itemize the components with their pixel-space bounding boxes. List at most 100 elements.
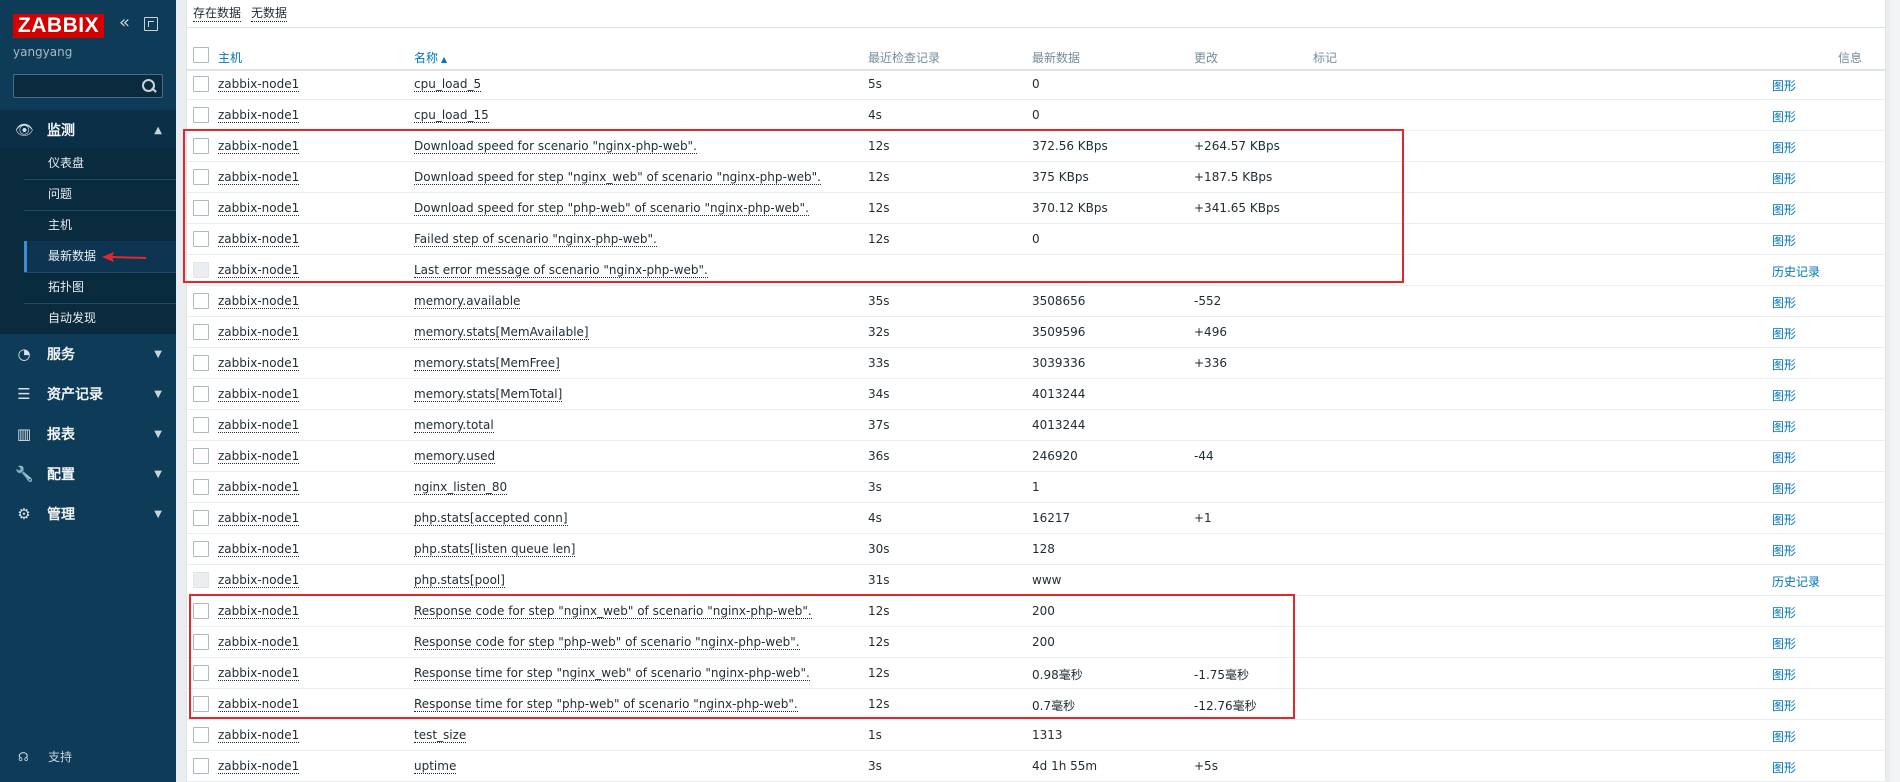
scrollbar[interactable] <box>1890 0 1900 782</box>
host-link[interactable]: zabbix-node1 <box>218 387 300 402</box>
host-link[interactable]: zabbix-node1 <box>218 263 300 278</box>
row-checkbox[interactable] <box>193 107 209 123</box>
kiosk-mode-icon[interactable] <box>144 17 158 31</box>
graph-link[interactable]: 图形 <box>1772 666 1796 683</box>
row-checkbox[interactable] <box>193 262 209 278</box>
graph-link[interactable]: 图形 <box>1772 170 1796 187</box>
sub-item-discovery[interactable]: 自动发现 <box>24 303 176 334</box>
row-checkbox[interactable] <box>193 324 209 340</box>
host-link[interactable]: zabbix-node1 <box>218 604 300 619</box>
history-link[interactable]: 历史记录 <box>1772 573 1820 590</box>
graph-link[interactable]: 图形 <box>1772 635 1796 652</box>
graph-link[interactable]: 图形 <box>1772 139 1796 156</box>
graph-link[interactable]: 图形 <box>1772 108 1796 125</box>
sub-item-latest-data[interactable]: 最新数据 <box>24 241 176 272</box>
sub-item-hosts[interactable]: 主机 <box>24 210 176 241</box>
host-link[interactable]: zabbix-node1 <box>218 325 300 340</box>
item-name-link[interactable]: php.stats[accepted conn] <box>414 511 568 526</box>
host-link[interactable]: zabbix-node1 <box>218 201 300 216</box>
row-checkbox[interactable] <box>193 386 209 402</box>
host-link[interactable]: zabbix-node1 <box>218 77 300 92</box>
row-checkbox[interactable] <box>193 355 209 371</box>
row-checkbox[interactable] <box>193 696 209 712</box>
graph-link[interactable]: 图形 <box>1772 232 1796 249</box>
item-name-link[interactable]: Failed step of scenario "nginx-php-web". <box>414 232 657 247</box>
host-link[interactable]: zabbix-node1 <box>218 170 300 185</box>
search-icon[interactable] <box>142 79 156 93</box>
item-name-link[interactable]: memory.available <box>414 294 521 309</box>
sub-item-maps[interactable]: 拓扑图 <box>24 272 176 303</box>
graph-link[interactable]: 图形 <box>1772 201 1796 218</box>
row-checkbox[interactable] <box>193 634 209 650</box>
with-data-filter[interactable]: 存在数据 <box>193 4 242 22</box>
sub-item-dashboard[interactable]: 仪表盘 <box>24 148 176 179</box>
item-name-link[interactable]: Response time for step "php-web" of scen… <box>414 697 798 712</box>
row-checkbox[interactable] <box>193 169 209 185</box>
host-link[interactable]: zabbix-node1 <box>218 635 300 650</box>
item-name-link[interactable]: Download speed for scenario "nginx-php-w… <box>414 139 697 154</box>
item-name-link[interactable]: memory.stats[MemAvailable] <box>414 325 589 340</box>
collapse-sidebar-icon[interactable]: « <box>119 14 137 33</box>
menu-inventory[interactable]: ☰ 资产记录 ▼ <box>0 374 176 414</box>
host-link[interactable]: zabbix-node1 <box>218 573 300 588</box>
select-all-checkbox[interactable] <box>193 47 209 63</box>
history-link[interactable]: 历史记录 <box>1772 263 1820 280</box>
item-name-link[interactable]: Last error message of scenario "nginx-ph… <box>414 263 708 278</box>
sidebar-search-input[interactable] <box>13 74 163 98</box>
host-link[interactable]: zabbix-node1 <box>218 232 300 247</box>
graph-link[interactable]: 图形 <box>1772 449 1796 466</box>
host-link[interactable]: zabbix-node1 <box>218 294 300 309</box>
item-name-link[interactable]: Response time for step "nginx_web" of sc… <box>414 666 810 681</box>
graph-link[interactable]: 图形 <box>1772 294 1796 311</box>
item-name-link[interactable]: memory.stats[MemFree] <box>414 356 560 371</box>
item-name-link[interactable]: Response code for step "nginx_web" of sc… <box>414 604 812 619</box>
graph-link[interactable]: 图形 <box>1772 604 1796 621</box>
host-link[interactable]: zabbix-node1 <box>218 511 300 526</box>
graph-link[interactable]: 图形 <box>1772 480 1796 497</box>
graph-link[interactable]: 图形 <box>1772 759 1796 776</box>
row-checkbox[interactable] <box>193 293 209 309</box>
item-name-link[interactable]: memory.total <box>414 418 494 433</box>
host-link[interactable]: zabbix-node1 <box>218 666 300 681</box>
graph-link[interactable]: 图形 <box>1772 697 1796 714</box>
row-checkbox[interactable] <box>193 138 209 154</box>
graph-link[interactable]: 图形 <box>1772 728 1796 745</box>
host-link[interactable]: zabbix-node1 <box>218 542 300 557</box>
item-name-link[interactable]: Download speed for step "nginx_web" of s… <box>414 170 821 185</box>
host-link[interactable]: zabbix-node1 <box>218 697 300 712</box>
graph-link[interactable]: 图形 <box>1772 542 1796 559</box>
row-checkbox[interactable] <box>193 758 209 774</box>
row-checkbox[interactable] <box>193 76 209 92</box>
sub-item-problems[interactable]: 问题 <box>24 179 176 210</box>
row-checkbox[interactable] <box>193 448 209 464</box>
item-name-link[interactable]: php.stats[pool] <box>414 573 505 588</box>
host-link[interactable]: zabbix-node1 <box>218 108 300 123</box>
graph-link[interactable]: 图形 <box>1772 325 1796 342</box>
row-checkbox[interactable] <box>193 572 209 588</box>
graph-link[interactable]: 图形 <box>1772 387 1796 404</box>
row-checkbox[interactable] <box>193 603 209 619</box>
menu-reports[interactable]: ▥ 报表 ▼ <box>0 414 176 454</box>
host-link[interactable]: zabbix-node1 <box>218 728 300 743</box>
graph-link[interactable]: 图形 <box>1772 77 1796 94</box>
header-host[interactable]: 主机 <box>218 49 242 66</box>
host-link[interactable]: zabbix-node1 <box>218 759 300 774</box>
row-checkbox[interactable] <box>193 231 209 247</box>
menu-monitoring[interactable]: 👁 监测 ▲ <box>0 110 176 150</box>
host-link[interactable]: zabbix-node1 <box>218 139 300 154</box>
zabbix-logo[interactable]: ZABBIX <box>13 14 104 38</box>
graph-link[interactable]: 图形 <box>1772 511 1796 528</box>
row-checkbox[interactable] <box>193 665 209 681</box>
without-data-filter[interactable]: 无数据 <box>251 4 288 22</box>
graph-link[interactable]: 图形 <box>1772 356 1796 373</box>
row-checkbox[interactable] <box>193 541 209 557</box>
item-name-link[interactable]: test_size <box>414 728 467 743</box>
host-link[interactable]: zabbix-node1 <box>218 356 300 371</box>
item-name-link[interactable]: memory.used <box>414 449 496 464</box>
item-name-link[interactable]: nginx_listen_80 <box>414 480 508 495</box>
graph-link[interactable]: 图形 <box>1772 418 1796 435</box>
host-link[interactable]: zabbix-node1 <box>218 418 300 433</box>
item-name-link[interactable]: cpu_load_15 <box>414 108 489 123</box>
host-link[interactable]: zabbix-node1 <box>218 480 300 495</box>
item-name-link[interactable]: php.stats[listen queue len] <box>414 542 576 557</box>
